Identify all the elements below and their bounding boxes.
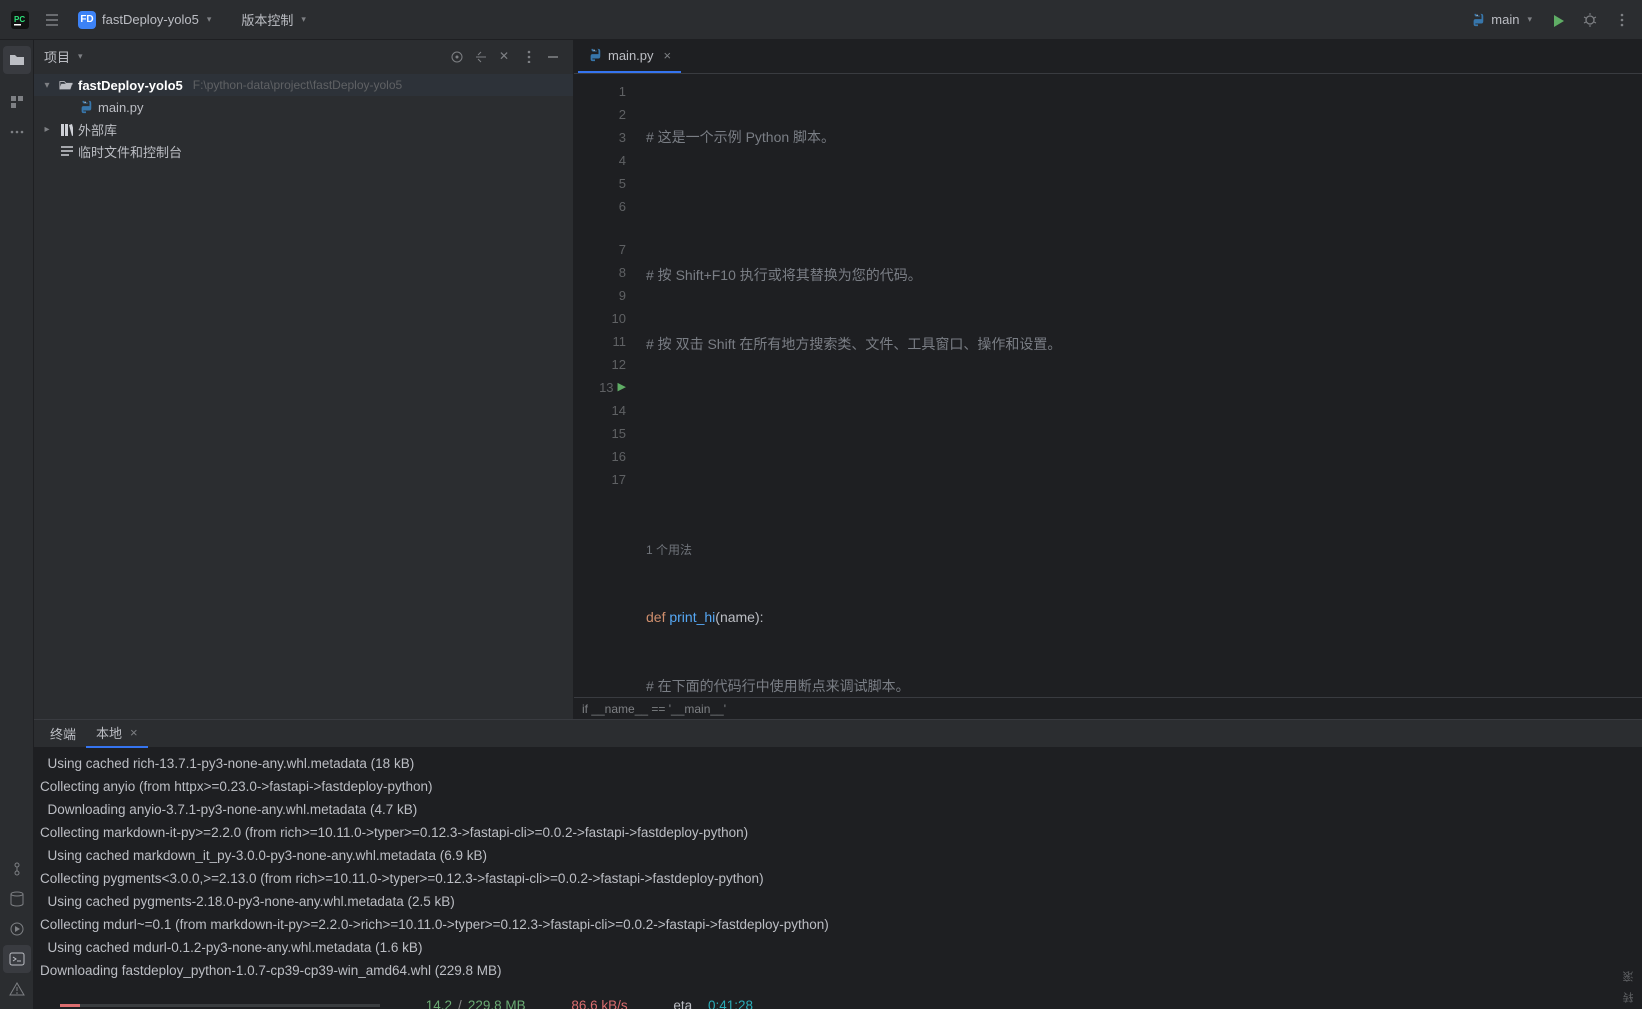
code-editor[interactable]: 1 2 3 4 5 6 7 8 9 10 11 12 13▶ 14 15 16 … [574,74,1642,697]
project-tool-button[interactable] [3,46,31,74]
editor-tab-label: main.py [608,48,654,63]
select-opened-file-button[interactable] [445,45,467,67]
more-actions-button[interactable] [1608,6,1636,34]
chevron-down-icon[interactable]: ▾ [78,51,83,62]
tool-options-button[interactable] [517,45,539,67]
project-selector[interactable]: FD fastDeploy-yolo5 ▾ [70,6,219,34]
gutter[interactable]: 1 2 3 4 5 6 7 8 9 10 11 12 13▶ 14 15 16 … [574,74,634,697]
tree-scratches-label: 临时文件和控制台 [78,142,182,161]
progress-total: 229.8 MB [468,994,526,1009]
more-tools-button[interactable] [3,118,31,146]
terminal-line: Using cached mdurl-0.1.2-py3-none-any.wh… [40,936,1642,959]
chevron-down-icon: ▾ [1527,14,1532,25]
chevron-right-icon[interactable]: ▸ [40,124,54,135]
terminal-line: Using cached pygments-2.18.0-py3-none-an… [40,890,1642,913]
terminal-title: 终端 [40,720,86,748]
close-tab-button[interactable]: × [664,48,672,63]
pycharm-logo-icon[interactable]: PC [6,6,34,34]
close-icon[interactable]: × [130,725,138,740]
progress-done: 14.2 [426,994,452,1009]
hide-tool-button[interactable] [541,45,563,67]
terminal-line: Downloading anyio-3.7.1-py3-none-any.whl… [40,798,1642,821]
structure-tool-button[interactable] [3,88,31,116]
tree-root-label: fastDeploy-yolo5 [78,78,183,93]
chevron-down-icon: ▾ [301,14,306,25]
terminal-line: Collecting anyio (from httpx>=0.23.0->fa… [40,775,1642,798]
progress-eta: 0:41:28 [708,994,753,1009]
python-icon [588,48,602,62]
terminal-line: Collecting mdurl~=0.1 (from markdown-it-… [40,913,1642,936]
run-config-selector[interactable]: main ▾ [1463,6,1540,34]
main-menu-button[interactable] [38,6,66,34]
folder-icon [58,77,74,93]
left-tool-stripe [0,40,34,719]
tree-file-label: main.py [98,100,144,115]
svg-text:PC: PC [14,15,25,24]
gutter-run-icon[interactable]: ▶ [618,376,626,399]
project-name-label: fastDeploy-yolo5 [102,12,199,27]
tree-external-libs-label: 外部库 [78,120,117,139]
tool-settings-button[interactable]: ✕ [493,45,515,67]
terminal-line: Using cached markdown_it_py-3.0.0-py3-no… [40,844,1642,867]
editor-tab-mainpy[interactable]: main.py × [578,40,681,73]
terminal-line: Collecting markdown-it-py>=2.2.0 (from r… [40,821,1642,844]
terminal-tool-button[interactable] [3,945,31,973]
bottom-left-tool-stripe [0,719,34,1009]
project-tool-title: 项目 [44,47,70,66]
tree-external-libs[interactable]: ▸ 外部库 [34,118,573,140]
run-button[interactable] [1544,6,1572,34]
terminal-line: Using cached rich-13.7.1-py3-none-any.wh… [40,752,1642,775]
terminal-line: Collecting pygments<3.0.0,>=2.13.0 (from… [40,867,1642,890]
vcs-menu[interactable]: 版本控制 ▾ [233,6,314,34]
breadcrumb[interactable]: if __name__ == '__main__' [574,697,1642,719]
python-console-button[interactable] [3,855,31,883]
download-progress-bar [60,1004,380,1007]
books-icon [58,121,74,137]
progress-eta-label: eta [673,994,692,1009]
expand-all-button[interactable] [469,45,491,67]
terminal-side-label-b[interactable]: 转 [1621,992,1637,1003]
tree-root-path: F:\python-data\project\fastDeploy-yolo5 [193,78,402,92]
project-badge-icon: FD [78,11,96,29]
problems-tool-button[interactable] [3,975,31,1003]
python-icon [1471,13,1485,27]
terminal-tab-local[interactable]: 本地 × [86,720,148,748]
scratch-icon [58,143,74,159]
run-config-label: main [1491,12,1519,27]
tree-scratches[interactable]: 临时文件和控制台 [34,140,573,162]
tree-file-mainpy[interactable]: main.py [34,96,573,118]
terminal-right-stripe: 滚 转 [1616,748,1642,1009]
terminal-output[interactable]: Using cached rich-13.7.1-py3-none-any.wh… [34,748,1642,1009]
chevron-down-icon: ▾ [207,14,212,25]
terminal-side-label-a[interactable]: 滚 [1621,971,1637,982]
chevron-down-icon[interactable]: ▾ [40,80,54,91]
services-button[interactable] [3,885,31,913]
terminal-line: Downloading fastdeploy_python-1.0.7-cp39… [40,959,1642,982]
run-tool-button[interactable] [3,915,31,943]
tree-root[interactable]: ▾ fastDeploy-yolo5 F:\python-data\projec… [34,74,573,96]
usages-hint[interactable]: 1 个用法 [646,539,692,562]
vcs-menu-label: 版本控制 [241,10,293,29]
python-icon [78,99,94,115]
progress-speed: 86.6 kB/s [571,994,627,1009]
debug-button[interactable] [1576,6,1604,34]
